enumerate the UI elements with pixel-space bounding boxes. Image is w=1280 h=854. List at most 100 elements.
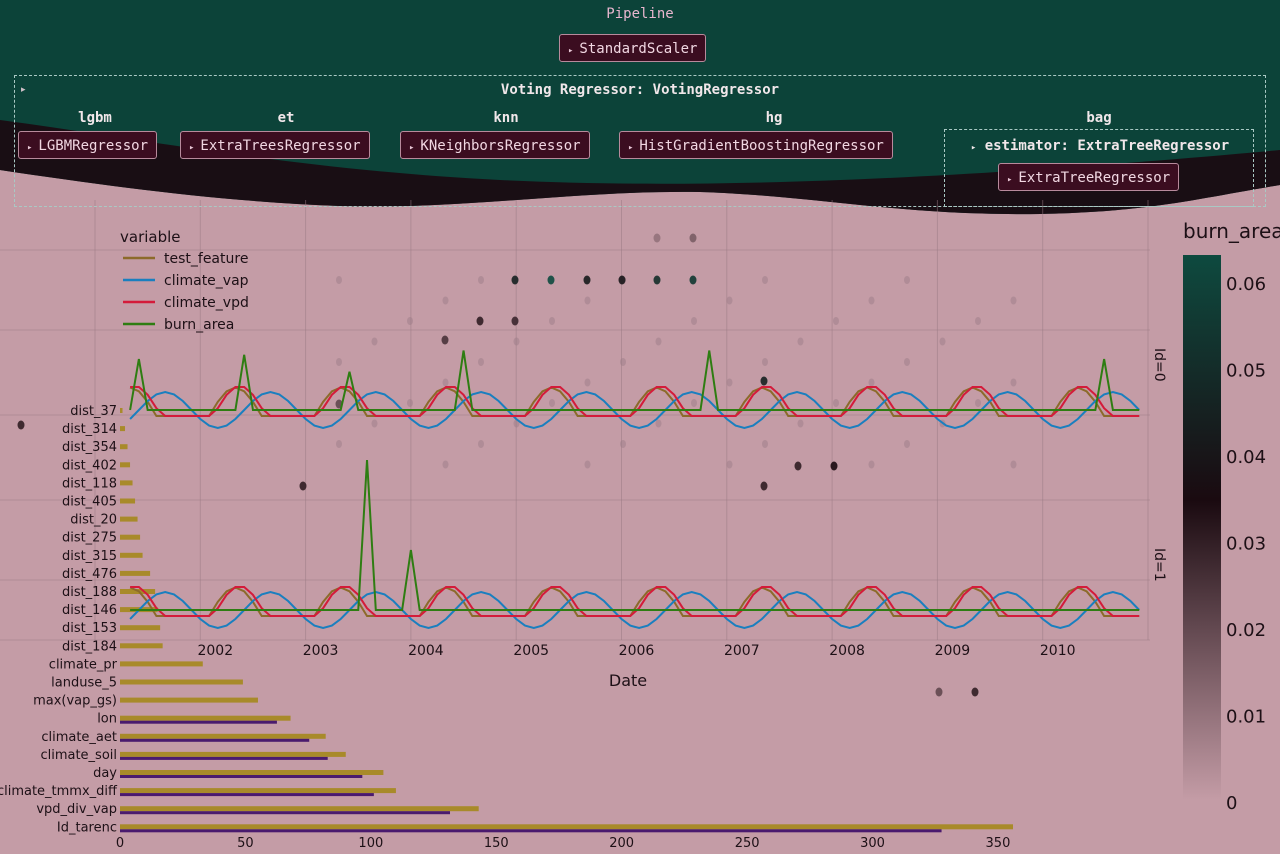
estimator-name-hg: hg: [765, 110, 783, 126]
bar-climate_soil: [120, 751, 346, 757]
bar-label-dist_275: dist_275: [62, 531, 117, 546]
bar-label-dist_20: dist_20: [70, 513, 117, 528]
standard-scaler-button[interactable]: ▸ StandardScaler: [559, 34, 707, 62]
bar-lon: [120, 715, 291, 721]
hist-gradient-boosting-button[interactable]: ▸ HistGradientBoostingRegressor: [619, 131, 893, 159]
scatter-point: [762, 358, 768, 366]
scatter-point: [442, 460, 449, 469]
bar-climate_tmmx_diff: [120, 788, 396, 794]
scatter-point: [478, 440, 484, 448]
scatter-point: [971, 687, 979, 697]
extra-tree-regressor-button[interactable]: ▸ ExtraTreeRegressor: [998, 163, 1180, 191]
scatter-point: [726, 378, 733, 387]
estimator-name-knn: knn: [493, 110, 519, 126]
scatter-point: [904, 358, 910, 366]
bar-label-dist_184: dist_184: [62, 639, 117, 654]
scatter-point: [583, 275, 591, 285]
scatter-point: [762, 440, 768, 448]
scatter-point: [726, 296, 733, 305]
bar-x-tick-label: 200: [609, 836, 634, 851]
bar-x-tick-label: 250: [735, 836, 760, 851]
scatter-point: [513, 337, 520, 346]
scatter-point: [549, 317, 555, 325]
bar-dist_354: [120, 444, 128, 450]
bar-label-lon: lon: [97, 712, 117, 727]
bag-estimator-title[interactable]: ▸ estimator: ExtraTreeRegressor: [950, 138, 1250, 154]
bar-label-dist_476: dist_476: [62, 567, 117, 582]
bar-secondary-day: [120, 775, 363, 778]
scatter-point: [442, 296, 449, 305]
bar-label-dist_314: dist_314: [62, 422, 117, 437]
scatter-point: [441, 335, 449, 345]
bar-dist_402: [120, 462, 131, 468]
facet-label: Id=0: [1151, 348, 1167, 382]
scatter-point: [511, 316, 519, 326]
scatter-point: [511, 275, 519, 285]
series-climate-vpd-Id=0: [130, 386, 1140, 417]
x-tick-label: 2010: [1040, 643, 1076, 659]
collapse-arrow-icon: ▸: [189, 143, 195, 153]
x-tick-label: 2006: [619, 643, 655, 659]
bar-secondary-vpd_div_vap: [120, 811, 451, 815]
scatter-point: [935, 687, 943, 697]
bar-x-tick-label: 50: [237, 836, 254, 851]
scatter-point: [691, 317, 697, 325]
scatter-point: [653, 233, 661, 243]
scatter-point: [336, 276, 342, 284]
scatter-point: [618, 275, 626, 285]
x-tick-label: 2002: [197, 643, 233, 659]
bar-dist_405: [120, 498, 136, 504]
x-tick-label: 2005: [513, 643, 549, 659]
scatter-point: [1010, 296, 1017, 305]
scatter-point: [620, 440, 626, 448]
scatter-point: [689, 275, 697, 285]
bar-Id_tarenc: [120, 824, 1013, 830]
colorbar-tick-label: 0.01: [1226, 706, 1266, 727]
scatter-point: [620, 358, 626, 366]
scatter-point: [975, 399, 981, 407]
scatter-point: [689, 233, 697, 243]
x-tick-label: 2003: [303, 643, 339, 659]
bar-dist_118: [120, 480, 133, 486]
hg-model-label: HistGradientBoostingRegressor: [639, 138, 884, 154]
bar-dist_184: [120, 643, 163, 649]
scatter-point: [17, 420, 25, 430]
legend-title: variable: [120, 228, 181, 246]
bar-label-landuse_5: landuse_5: [51, 676, 117, 691]
scatter-point: [371, 419, 378, 428]
extra-trees-regressor-button[interactable]: ▸ ExtraTreesRegressor: [180, 131, 370, 159]
legend-entry-burn_area: burn_area: [164, 317, 234, 333]
bar-label-vpd_div_vap: vpd_div_vap: [36, 802, 117, 817]
standard-scaler-label: StandardScaler: [579, 41, 698, 57]
bar-dist_20: [120, 516, 138, 522]
bar-label-day: day: [93, 766, 117, 781]
scatter-point: [476, 316, 484, 326]
bar-day: [120, 770, 384, 775]
scatter-point: [299, 481, 307, 491]
knn-model-label: KNeighborsRegressor: [420, 138, 581, 154]
scatter-point: [794, 461, 802, 471]
bar-label-dist_118: dist_118: [62, 476, 117, 491]
scatter-point: [407, 317, 413, 325]
scatter-point: [833, 317, 839, 325]
lgbm-regressor-button[interactable]: ▸ LGBMRegressor: [18, 131, 157, 159]
scatter-point: [407, 399, 413, 407]
collapse-arrow-icon: ▸: [970, 143, 977, 153]
scatter-point: [760, 376, 768, 386]
scatter-point: [868, 378, 875, 387]
scatter-point: [904, 440, 910, 448]
bar-label-Id_tarenc: Id_tarenc: [57, 820, 117, 835]
scatter-point: [797, 337, 804, 346]
bar-label-dist_146: dist_146: [62, 603, 117, 618]
pipeline-title: Pipeline: [606, 6, 674, 22]
colorbar-tick-label: 0.03: [1226, 533, 1266, 554]
bar-label-dist_37: dist_37: [70, 404, 117, 419]
bar-label-climate_aet: climate_aet: [41, 730, 117, 745]
facet-label: Id=1: [1151, 548, 1167, 582]
scatter-point: [726, 460, 733, 469]
colorbar-tick-label: 0.06: [1226, 274, 1266, 295]
kneighbors-regressor-button[interactable]: ▸ KNeighborsRegressor: [400, 131, 590, 159]
legend-entry-climate_vap: climate_vap: [164, 273, 249, 289]
bar-label-dist_188: dist_188: [62, 585, 117, 600]
bar-x-tick-label: 0: [116, 836, 124, 851]
